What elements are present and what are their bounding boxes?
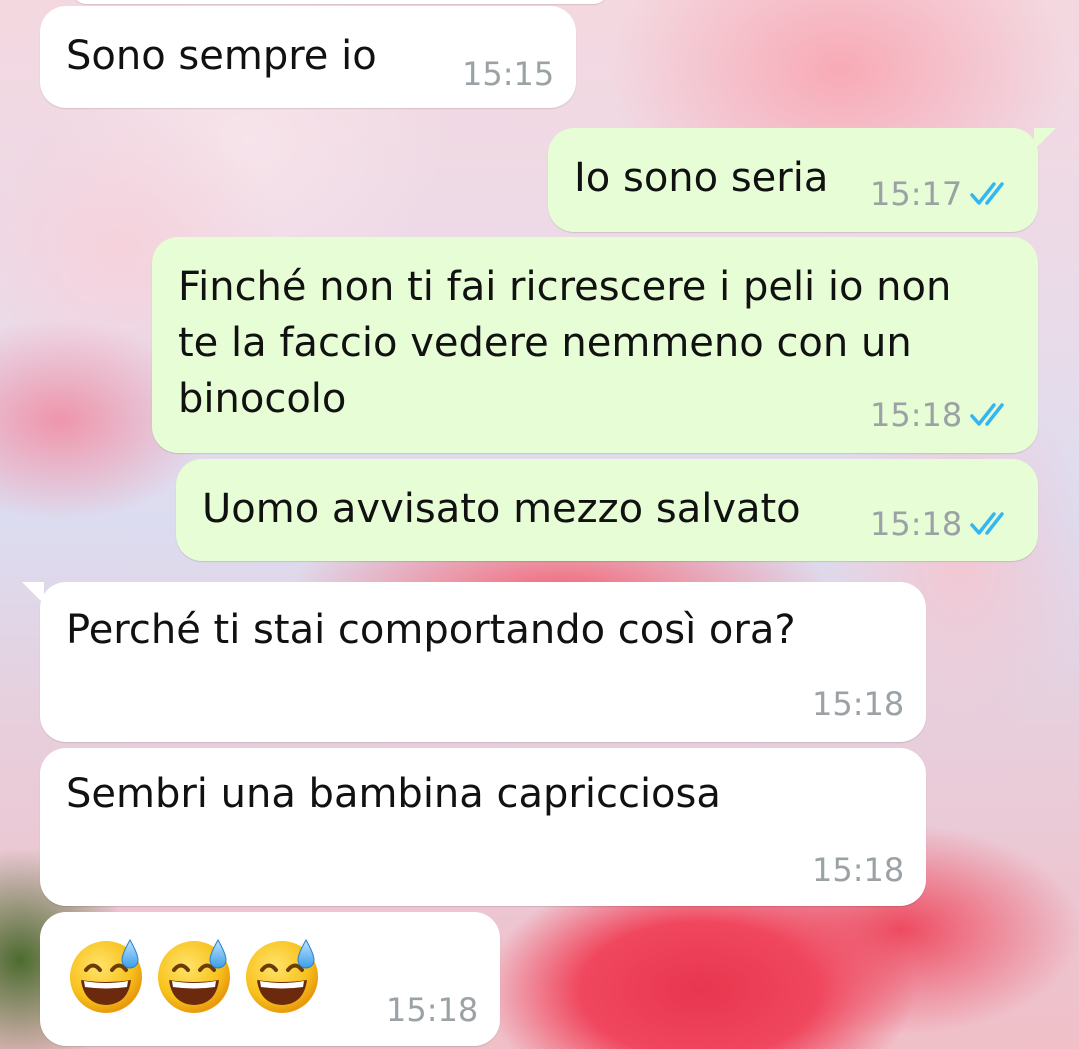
- message-text: Io sono seria: [574, 155, 829, 201]
- double-check-read-icon: [970, 400, 1014, 430]
- bubble-tail: [1034, 128, 1056, 150]
- message-incoming[interactable]: Perché ti stai comportando così ora? 15:…: [22, 582, 926, 742]
- message-timestamp: 15:15: [462, 55, 555, 93]
- message-timestamp: 15:18: [812, 685, 905, 723]
- message-text: Uomo avvisato mezzo salvato: [202, 486, 801, 532]
- grinning-face-with-sweat-icon: [154, 934, 236, 1016]
- double-check-read-icon: [970, 509, 1014, 539]
- message-outgoing[interactable]: Io sono seria 15:17: [548, 128, 1056, 232]
- previous-message-bubble[interactable]: [70, 0, 610, 4]
- bubble-tail: [22, 582, 44, 604]
- message-status: 15:18: [870, 397, 1014, 433]
- message-timestamp: 15:17: [870, 175, 963, 213]
- message-incoming[interactable]: 15:18: [40, 912, 500, 1046]
- message-status: 15:18: [870, 506, 1014, 542]
- message-timestamp: 15:18: [812, 851, 905, 889]
- message-text: Perché ti stai comportando così ora?: [66, 607, 796, 653]
- message-incoming[interactable]: Sembri una bambina capricciosa 15:18: [40, 748, 926, 906]
- message-text: Sembri una bambina capricciosa: [66, 771, 721, 817]
- double-check-read-icon: [970, 179, 1014, 209]
- message-timestamp: 15:18: [870, 505, 963, 543]
- message-outgoing[interactable]: Finché non ti fai ricrescere i peli io n…: [152, 237, 1038, 453]
- message-timestamp: 15:18: [386, 991, 479, 1029]
- message-timestamp: 15:18: [870, 396, 963, 434]
- grinning-face-with-sweat-icon: [66, 934, 148, 1016]
- message-text: Sono sempre io: [66, 33, 377, 79]
- message-status: 15:17: [870, 176, 1014, 212]
- message-outgoing[interactable]: Uomo avvisato mezzo salvato 15:18: [176, 459, 1038, 561]
- grinning-face-with-sweat-icon: [242, 934, 324, 1016]
- message-emojis: [66, 934, 330, 1031]
- chat-conversation[interactable]: Sono sempre io 15:15 Io sono seria 15:17…: [0, 0, 1079, 1049]
- message-text: Finché non ti fai ricrescere i peli io n…: [178, 264, 952, 422]
- message-incoming[interactable]: Sono sempre io 15:15: [40, 6, 576, 108]
